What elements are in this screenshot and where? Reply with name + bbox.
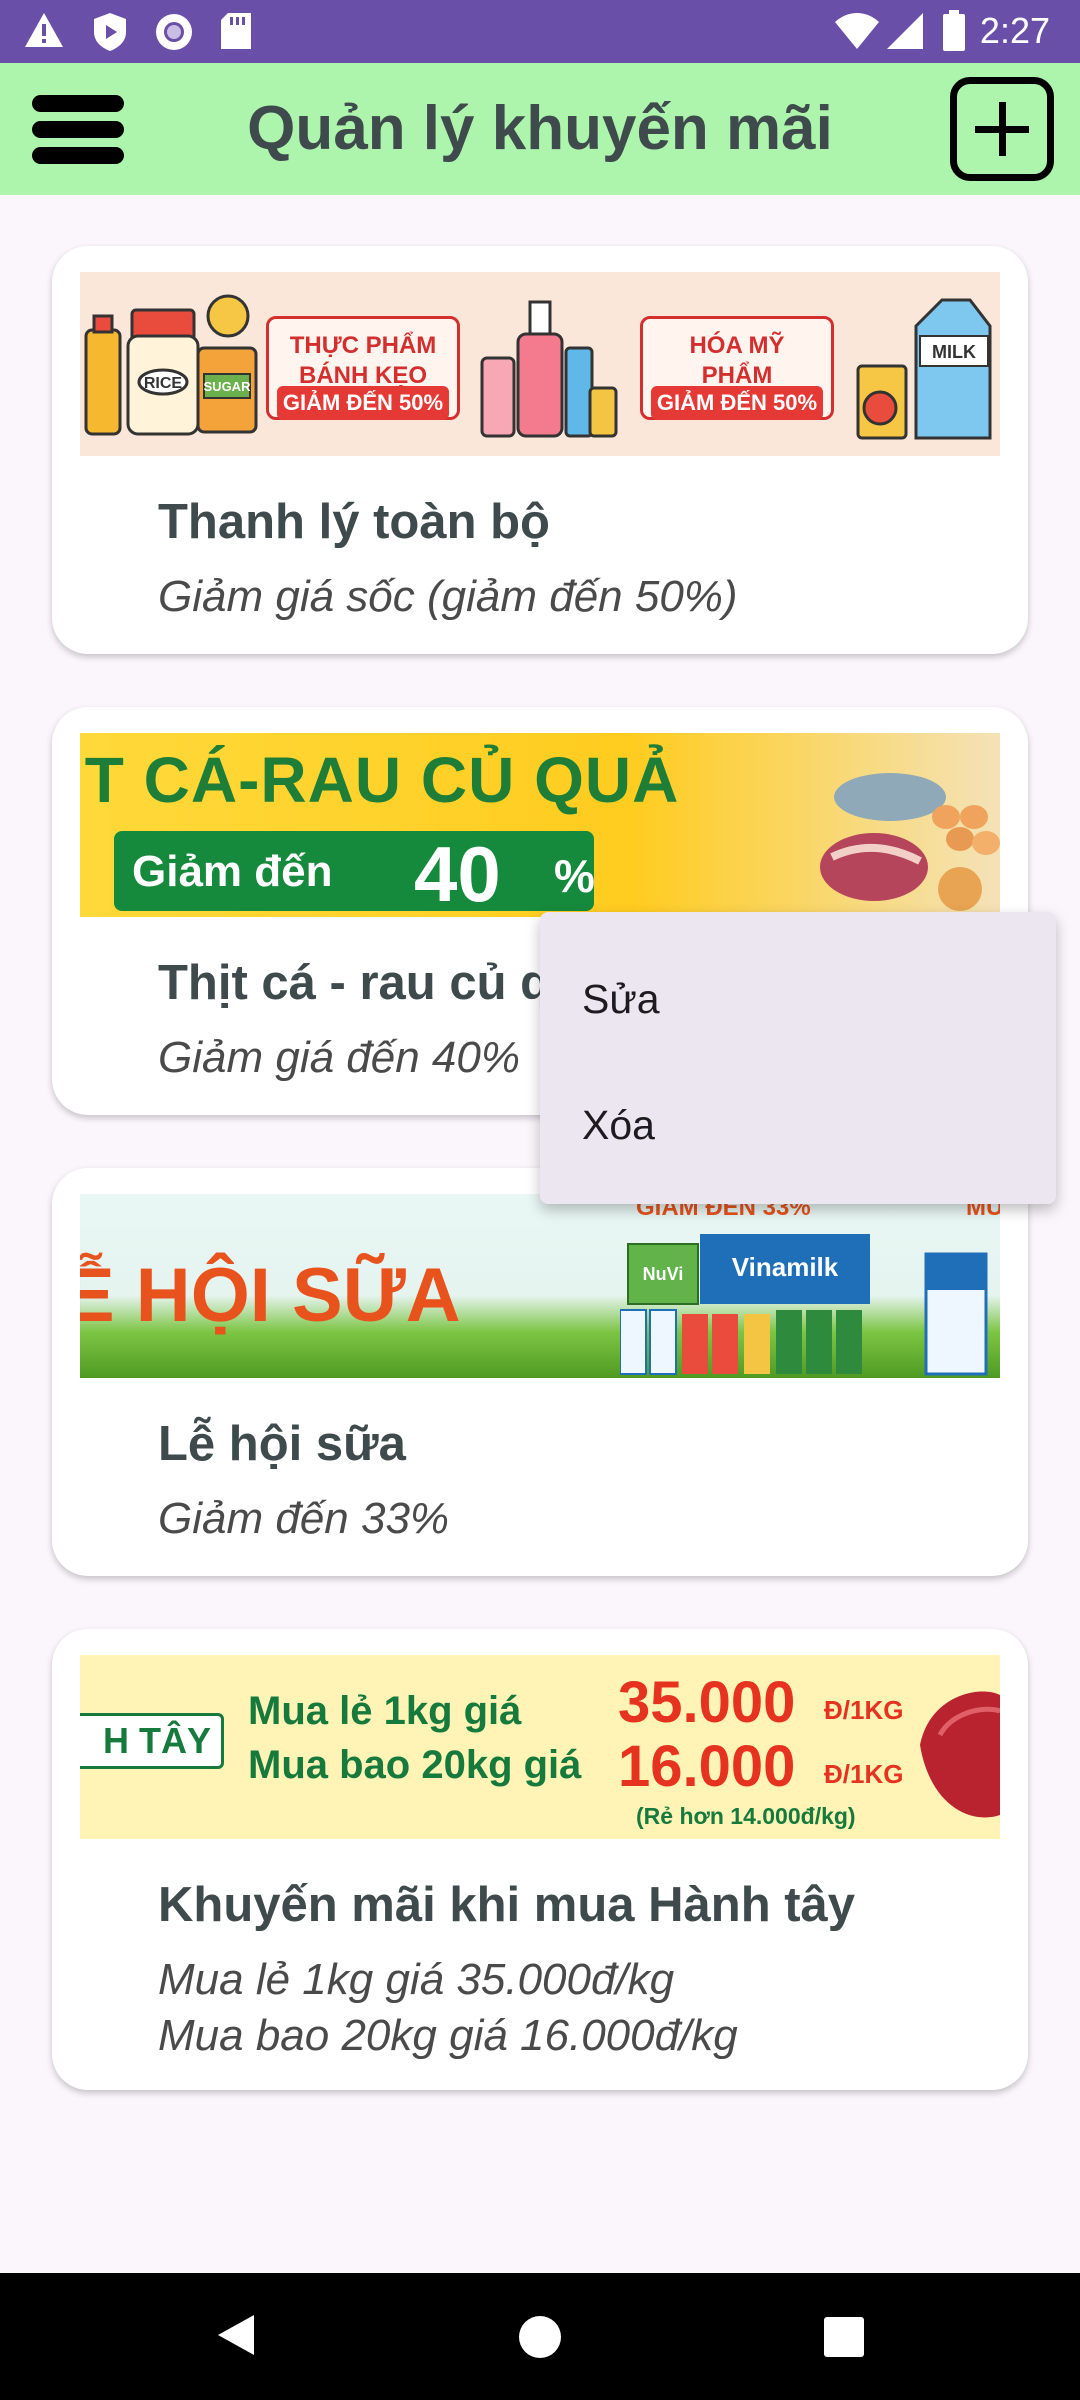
banner-line: Mua lẻ 1kg giá — [248, 1689, 522, 1733]
battery-icon — [943, 10, 965, 51]
wifi-icon — [835, 13, 879, 49]
promotion-title: Lễ hội sữa — [158, 1417, 406, 1471]
alert-icon — [25, 13, 63, 47]
discount-badge: Giảm đến 40 % — [114, 830, 595, 917]
milk-illustration: MILK — [856, 298, 992, 440]
status-bar: 2:27 — [0, 0, 1080, 63]
context-menu: Sửa Xóa — [540, 912, 1056, 1204]
record-icon — [156, 14, 192, 50]
groceries-illustration: RICE SUGAR — [84, 294, 258, 436]
promotion-card[interactable]: H TÂY Mua lẻ 1kg giá Mua bao 20kg giá 35… — [52, 1629, 1028, 2090]
navigation-bar — [0, 2273, 1080, 2400]
promotion-description: Mua lẻ 1kg giá 35.000đ/kg — [158, 1955, 675, 2004]
banner-headline: ỊT CÁ-RAU CỦ QUẢ — [80, 744, 680, 816]
edit-menu-item[interactable]: Sửa — [582, 976, 660, 1023]
home-icon[interactable] — [518, 2315, 562, 2359]
sugar-label: SUGAR — [204, 379, 252, 394]
promotion-title: Thanh lý toàn bộ — [158, 495, 550, 549]
promotion-banner: ỊT CÁ-RAU CỦ QUẢ Giảm đến 40 % — [80, 733, 1000, 917]
clock: 2:27 — [979, 10, 1050, 51]
shield-play-icon — [94, 13, 126, 51]
recents-icon[interactable] — [824, 2317, 864, 2357]
promotion-description: Giảm đến 33% — [158, 1494, 450, 1543]
back-icon[interactable] — [216, 2313, 256, 2357]
banner-price: 35.000 — [618, 1670, 796, 1735]
promotion-description: Giảm giá đến 40% — [158, 1033, 520, 1082]
promotion-title: Khuyến mãi khi mua Hành tây — [158, 1878, 856, 1932]
brand-vinamilk: Vinamilk — [732, 1252, 839, 1282]
promo-tag-cosmetics: HÓA MỸ PHẨM GIẢM ĐẾN 50% — [640, 316, 834, 420]
milk-products-illustration: NuVi Vinamilk — [620, 1234, 988, 1376]
promo-tag-food: THỰC PHẨM BÁNH KẸO GIẢM ĐẾN 50% — [266, 316, 460, 420]
rice-label: RICE — [144, 375, 183, 392]
banner-tag: H TÂY — [80, 1713, 224, 1769]
meat-fish-eggs-illustration — [820, 773, 1000, 911]
promotion-banner: RICE SUGAR THỰC PHẨM BÁNH KẸO GIẢM ĐẾN 5… — [80, 272, 1000, 456]
banner-line: Mua bao 20kg giá — [248, 1743, 582, 1787]
promotion-banner: GIẢM ĐẾN 33% MUA Ễ HỘI SỮA NuVi Vinamilk — [80, 1194, 1000, 1378]
onion-illustration — [920, 1691, 1000, 1818]
delete-menu-item[interactable]: Xóa — [582, 1102, 655, 1149]
promotion-banner: H TÂY Mua lẻ 1kg giá Mua bao 20kg giá 35… — [80, 1655, 1000, 1839]
sd-card-icon — [221, 13, 251, 49]
milk-label: MILK — [932, 342, 976, 362]
page-title: Quản lý khuyến mãi — [247, 94, 833, 163]
cosmetics-illustration — [480, 300, 618, 438]
app-bar: Quản lý khuyến mãi — [0, 63, 1080, 195]
signal-icon — [887, 13, 923, 49]
banner-unit: Đ/1KG — [824, 1695, 904, 1725]
banner-price: 16.000 — [618, 1734, 796, 1799]
add-promotion-button[interactable] — [950, 77, 1054, 181]
promotion-description: Giảm giá sốc (giảm đến 50%) — [158, 572, 738, 621]
promotion-card[interactable]: RICE SUGAR THỰC PHẨM BÁNH KẸO GIẢM ĐẾN 5… — [52, 246, 1028, 654]
banner-note: (Rẻ hơn 14.000đ/kg) — [636, 1803, 856, 1829]
promotion-description: Mua bao 20kg giá 16.000đ/kg — [158, 2011, 738, 2060]
banner-unit: Đ/1KG — [824, 1759, 904, 1789]
promotion-card[interactable]: GIẢM ĐẾN 33% MUA Ễ HỘI SỮA NuVi Vinamilk… — [52, 1168, 1028, 1576]
banner-headline: Ễ HỘI SỮA — [80, 1253, 461, 1338]
brand-nuvi: NuVi — [643, 1264, 684, 1284]
